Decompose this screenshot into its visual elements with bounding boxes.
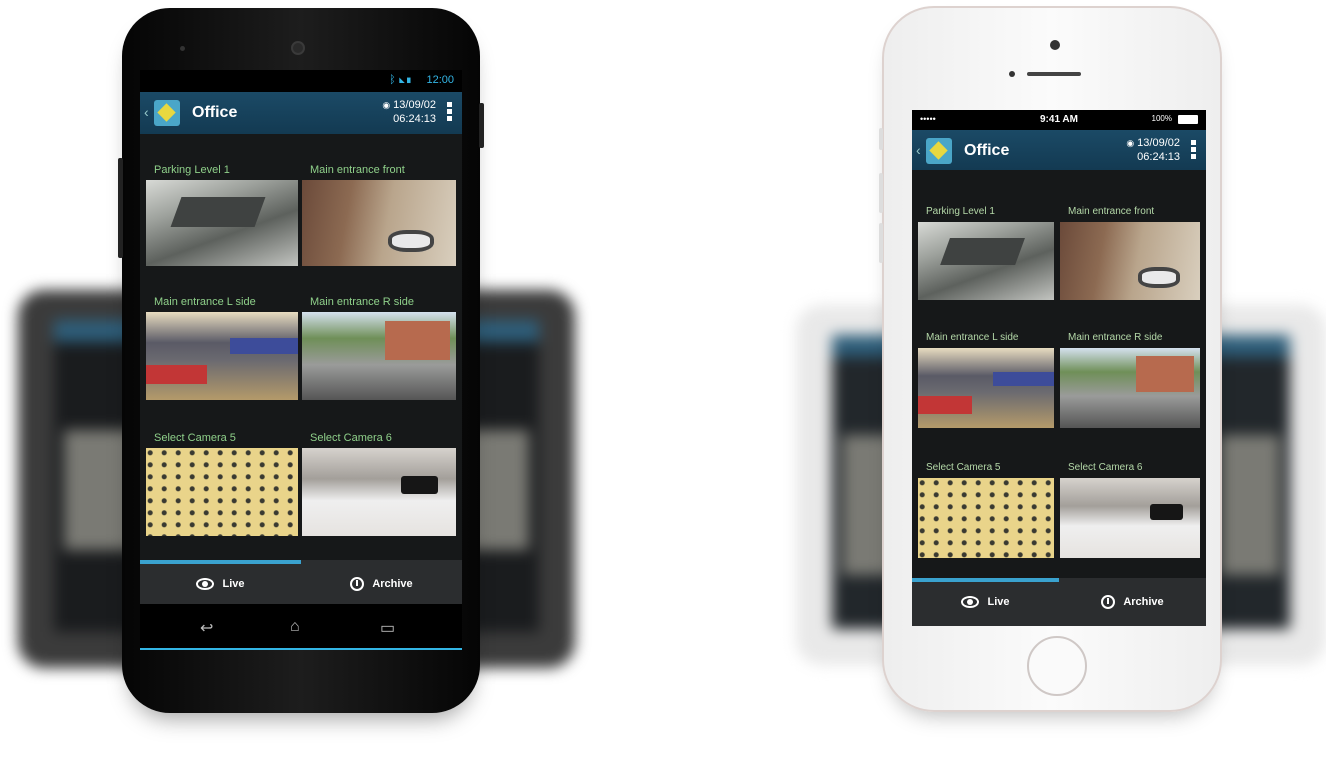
back-icon[interactable]: ‹ xyxy=(144,104,149,120)
eye-icon xyxy=(196,578,215,590)
proximity-sensor xyxy=(1009,71,1015,77)
camera-tile[interactable]: Select Camera 5 xyxy=(918,462,1054,558)
back-nav-icon[interactable]: ↩ xyxy=(200,618,213,638)
camera-label: Select Camera 5 xyxy=(154,432,236,444)
android-screen: ᛒ ◣▮ 12:00 ‹ Office ◉ 13/09/02 06:24:13 P… xyxy=(140,70,462,650)
camera-tile[interactable]: Main entrance front xyxy=(1060,206,1200,300)
front-camera xyxy=(291,41,305,55)
volume-button xyxy=(118,158,123,258)
eye-icon: ◉ xyxy=(382,100,391,110)
overflow-menu-icon[interactable] xyxy=(447,102,452,122)
ios-screen: ••••• 9:41 AM 100% ‹ Office ◉ 13/09/02 06… xyxy=(912,110,1206,626)
tab-archive[interactable]: Archive xyxy=(301,564,462,604)
front-camera xyxy=(1050,40,1060,50)
camera-label: Select Camera 5 xyxy=(926,462,1001,473)
clock-icon xyxy=(350,577,365,591)
android-phone: ᛒ ◣▮ 12:00 ‹ Office ◉ 13/09/02 06:24:13 P… xyxy=(118,8,484,713)
camera-tile[interactable]: Main entrance L side xyxy=(146,296,298,400)
earpiece-speaker xyxy=(1027,72,1081,76)
camera-tile[interactable]: Parking Level 1 xyxy=(918,206,1054,300)
camera-label: Parking Level 1 xyxy=(154,164,230,176)
camera-tile[interactable]: Select Camera 6 xyxy=(302,432,456,536)
camera-thumbnail[interactable] xyxy=(302,448,456,536)
time: 06:24:13 xyxy=(393,113,436,125)
status-icons: ᛒ ◣▮ xyxy=(389,74,412,86)
eye-icon xyxy=(961,596,980,608)
datetime: ◉ 13/09/02 06:24:13 xyxy=(1126,136,1180,164)
page-title: Office xyxy=(964,142,1010,159)
time: 06:24:13 xyxy=(1137,151,1180,163)
camera-tile[interactable]: Select Camera 5 xyxy=(146,432,298,536)
datetime: ◉ 13/09/02 06:24:13 xyxy=(382,98,436,126)
status-time: 12:00 xyxy=(426,74,454,86)
app-logo-icon[interactable] xyxy=(154,100,180,126)
tab-live[interactable]: Live xyxy=(912,582,1059,622)
camera-label: Select Camera 6 xyxy=(1068,462,1143,473)
tab-live[interactable]: Live xyxy=(140,564,301,604)
camera-label: Main entrance L side xyxy=(154,296,256,308)
eye-icon: ◉ xyxy=(1126,138,1135,148)
home-nav-icon[interactable]: ⌂ xyxy=(290,618,300,636)
camera-label: Main entrance L side xyxy=(926,332,1019,343)
home-button[interactable] xyxy=(1027,636,1087,696)
back-icon[interactable]: ‹ xyxy=(916,142,921,158)
clock-icon xyxy=(1101,595,1116,609)
camera-thumbnail[interactable] xyxy=(1060,348,1200,428)
camera-thumbnail[interactable] xyxy=(1060,478,1200,558)
camera-tile[interactable]: Main entrance R side xyxy=(1060,332,1200,428)
camera-label: Select Camera 6 xyxy=(310,432,392,444)
camera-thumbnail[interactable] xyxy=(918,222,1054,300)
volume-down-button xyxy=(879,223,883,263)
page-title: Office xyxy=(192,104,238,121)
camera-thumbnail[interactable] xyxy=(1060,222,1200,300)
camera-thumbnail[interactable] xyxy=(918,478,1054,558)
camera-thumbnail[interactable] xyxy=(918,348,1054,428)
tab-archive[interactable]: Archive xyxy=(1059,582,1206,622)
date: 13/09/02 xyxy=(1137,137,1180,149)
camera-tile[interactable]: Select Camera 6 xyxy=(1060,462,1200,558)
tab-live-label: Live xyxy=(222,578,245,590)
battery-percent: 100% xyxy=(1151,114,1172,123)
volume-up-button xyxy=(879,173,883,213)
camera-label: Main entrance front xyxy=(310,164,405,176)
camera-thumbnail[interactable] xyxy=(146,312,298,400)
camera-tile[interactable]: Main entrance L side xyxy=(918,332,1054,428)
status-bar: ••••• 9:41 AM 100% xyxy=(912,110,1206,130)
camera-label: Parking Level 1 xyxy=(926,206,995,217)
tab-archive-label: Archive xyxy=(372,578,413,590)
camera-label: Main entrance R side xyxy=(1068,332,1163,343)
android-nav-bar: ↩ ⌂ ▭ xyxy=(140,604,462,650)
app-bar: ‹ Office ◉ 13/09/02 06:24:13 xyxy=(140,92,462,134)
tab-live-label: Live xyxy=(987,596,1010,608)
camera-thumbnail[interactable] xyxy=(146,180,298,266)
app-bar: ‹ Office ◉ 13/09/02 06:24:13 xyxy=(912,130,1206,170)
recents-nav-icon[interactable]: ▭ xyxy=(380,618,395,638)
bottom-tabs: Live Archive xyxy=(140,560,462,604)
camera-thumbnail[interactable] xyxy=(146,448,298,536)
proximity-sensor xyxy=(180,46,185,51)
mute-switch xyxy=(879,128,883,150)
camera-tile[interactable]: Main entrance front xyxy=(302,164,456,266)
camera-tile[interactable]: Main entrance R side xyxy=(302,296,456,400)
camera-tile[interactable]: Parking Level 1 xyxy=(146,164,298,266)
camera-label: Main entrance front xyxy=(1068,206,1155,217)
overflow-menu-icon[interactable] xyxy=(1191,140,1196,160)
iphone: ••••• 9:41 AM 100% ‹ Office ◉ 13/09/02 06… xyxy=(879,6,1222,712)
camera-label: Main entrance R side xyxy=(310,296,414,308)
date: 13/09/02 xyxy=(393,99,436,111)
app-logo-icon[interactable] xyxy=(926,138,952,164)
bottom-tabs: Live Archive xyxy=(912,578,1206,626)
battery-icon xyxy=(1178,115,1198,124)
status-bar: ᛒ ◣▮ 12:00 xyxy=(140,70,462,92)
power-button xyxy=(479,103,484,148)
camera-thumbnail[interactable] xyxy=(302,180,456,266)
tab-archive-label: Archive xyxy=(1123,596,1164,608)
camera-thumbnail[interactable] xyxy=(302,312,456,400)
